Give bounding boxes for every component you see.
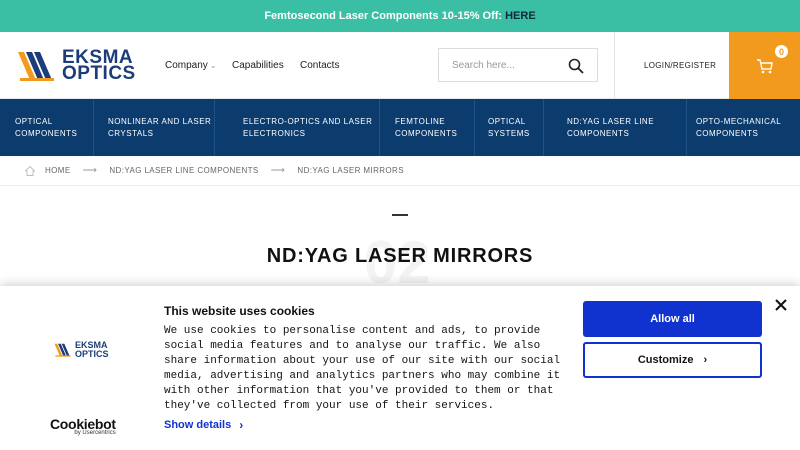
nav-contacts[interactable]: Contacts xyxy=(300,32,339,99)
search-input[interactable] xyxy=(452,59,562,71)
promo-banner: Femtosecond Laser Components 10-15% Off:… xyxy=(0,0,800,32)
login-register-link[interactable]: LOGIN/REGISTER xyxy=(644,32,716,99)
cookie-title: This website uses cookies xyxy=(164,304,315,318)
category-nonlinear-crystals[interactable]: NONLINEAR AND LASER CRYSTALS xyxy=(94,99,215,156)
eksma-logo-icon xyxy=(54,343,71,357)
cookiebot-logo[interactable]: Cookiebot by Usercentrics xyxy=(50,416,116,436)
site-header: EKSMA OPTICS Company ⌄ Capabilities Cont… xyxy=(0,32,800,99)
category-femtoline[interactable]: FEMTOLINE COMPONENTS xyxy=(380,99,475,156)
cookie-banner: EKSMA OPTICS Cookiebot by Usercentrics T… xyxy=(0,286,800,450)
title-decoration xyxy=(392,214,408,216)
logo-line2: OPTICS xyxy=(62,63,136,84)
customize-button[interactable]: Customize › xyxy=(583,342,762,378)
show-details-link[interactable]: Show details › xyxy=(164,418,243,432)
site-logo[interactable]: EKSMA OPTICS xyxy=(18,47,140,85)
eksma-logo-icon xyxy=(18,52,54,81)
allow-all-button[interactable]: Allow all xyxy=(583,301,762,337)
customize-label: Customize xyxy=(637,354,694,366)
breadcrumb-home[interactable]: HOME xyxy=(45,166,71,175)
category-opto-mechanical[interactable]: OPTO-MECHANICAL COMPONENTS xyxy=(687,99,800,156)
arrow-right-icon: ⟶ xyxy=(270,165,286,176)
category-optical-components[interactable]: OPTICAL COMPONENTS xyxy=(0,99,94,156)
category-electro-optics[interactable]: ELECTRO-OPTICS AND LASER ELECTRONICS xyxy=(215,99,380,156)
breadcrumb: HOME ⟶ ND:YAG LASER LINE COMPONENTS ⟶ ND… xyxy=(0,156,800,186)
breadcrumb-category[interactable]: ND:YAG LASER LINE COMPONENTS xyxy=(109,166,258,175)
category-ndyag-laser-line[interactable]: ND:YAG LASER LINE COMPONENTS xyxy=(544,99,687,156)
nav-capabilities[interactable]: Capabilities xyxy=(232,32,284,99)
page-title: ND:YAG LASER MIRRORS xyxy=(266,245,534,267)
cart-icon xyxy=(757,59,773,74)
close-icon[interactable] xyxy=(774,298,788,312)
cookie-logo-line2: OPTICS xyxy=(75,349,109,359)
search-icon[interactable] xyxy=(568,58,584,74)
show-details-label: Show details xyxy=(164,419,232,431)
chevron-down-icon: ⌄ xyxy=(209,61,217,70)
breadcrumb-current: ND:YAG LASER MIRRORS xyxy=(297,166,404,175)
home-icon[interactable] xyxy=(25,165,35,176)
category-optical-systems[interactable]: OPTICAL SYSTEMS xyxy=(475,99,544,156)
category-nav: OPTICAL COMPONENTS NONLINEAR AND LASER C… xyxy=(0,99,800,156)
chevron-right-icon: › xyxy=(239,418,244,432)
cookie-site-logo: EKSMA OPTICS xyxy=(54,341,109,359)
arrow-right-icon: ⟶ xyxy=(82,165,98,176)
cart-count-badge: 0 xyxy=(775,45,788,58)
nav-company-label: Company xyxy=(165,60,208,71)
search-box xyxy=(438,48,598,82)
cart-button[interactable]: 0 xyxy=(729,32,800,99)
cookie-body: We use cookies to personalise content an… xyxy=(164,325,561,412)
promo-link[interactable]: HERE xyxy=(505,10,536,22)
chevron-right-icon: › xyxy=(703,354,708,366)
nav-company[interactable]: Company ⌄ xyxy=(165,32,217,99)
header-divider xyxy=(614,32,615,99)
promo-text: Femtosecond Laser Components 10-15% Off: xyxy=(264,10,503,22)
